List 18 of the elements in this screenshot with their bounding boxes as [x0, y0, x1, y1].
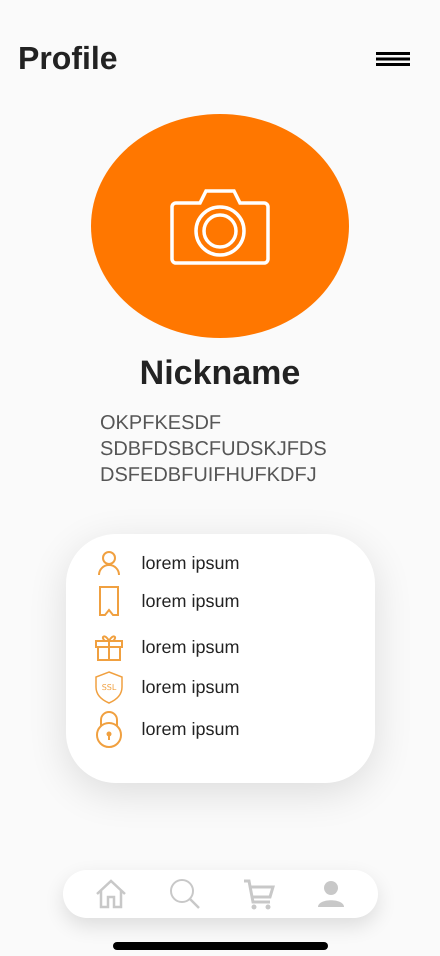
bio-line: OKPFKESDF: [100, 411, 222, 436]
menu-item[interactable]: lorem ipsum: [142, 590, 240, 612]
menu-item[interactable]: lorem ipsum: [142, 552, 240, 574]
home-icon[interactable]: [95, 879, 128, 909]
shield-icon: SSL: [94, 670, 124, 704]
lock-icon: [94, 710, 124, 748]
camera-icon: [170, 187, 270, 265]
nickname: Nickname: [140, 354, 300, 393]
page-title: Profile: [18, 40, 118, 77]
cart-icon[interactable]: [242, 878, 275, 910]
menu-item[interactable]: lorem ipsum: [142, 676, 240, 698]
profile-icon[interactable]: [316, 880, 345, 908]
menu-icon[interactable]: [376, 52, 410, 66]
search-icon[interactable]: [169, 878, 202, 910]
bio-line: SDBFDSBCFUDSKJFDS: [100, 437, 327, 462]
menu-item[interactable]: lorem ipsum: [142, 718, 240, 740]
menu-item[interactable]: lorem ipsum: [142, 636, 240, 658]
bio-line: DSFEDBFUIFHUFKDFJ: [100, 463, 318, 488]
